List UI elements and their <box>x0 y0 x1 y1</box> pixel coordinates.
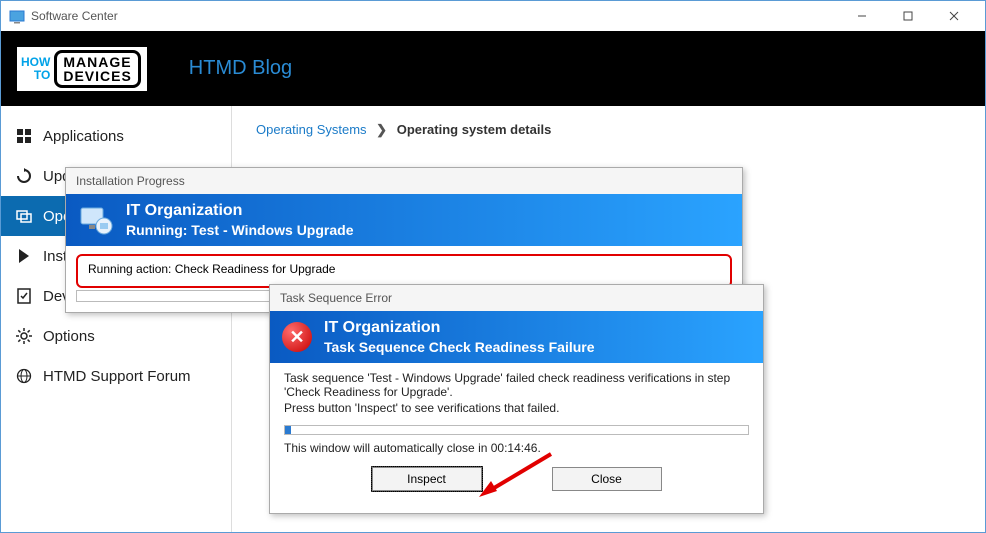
error-icon: ✕ <box>282 322 312 352</box>
error-message-line: Press button 'Inspect' to see verificati… <box>284 401 749 415</box>
sidebar-item-label: Applications <box>43 128 124 145</box>
inspect-button[interactable]: Inspect <box>372 467 482 491</box>
breadcrumb: Operating Systems ❯ Operating system det… <box>256 122 961 138</box>
gear-icon <box>15 327 33 345</box>
os-icon <box>15 207 33 225</box>
task-subtitle: Running: Test - Windows Upgrade <box>126 222 354 238</box>
error-subtitle: Task Sequence Check Readiness Failure <box>324 339 595 355</box>
sidebar-item-support-forum[interactable]: HTMD Support Forum <box>1 356 231 396</box>
close-button[interactable]: Close <box>552 467 662 491</box>
org-name: IT Organization <box>324 319 595 337</box>
apps-icon <box>15 127 33 145</box>
breadcrumb-current: Operating system details <box>397 122 552 137</box>
status-icon <box>15 247 33 265</box>
updates-icon <box>15 167 33 185</box>
task-sequence-error-dialog: Task Sequence Error ✕ IT Organization Ta… <box>269 284 764 514</box>
brand-banner: HOW TO MANAGE DEVICES HTMD Blog <box>1 31 985 106</box>
sidebar-item-label: HTMD Support Forum <box>43 368 191 385</box>
dialog-header: ✕ IT Organization Task Sequence Check Re… <box>270 311 763 363</box>
sidebar-item-applications[interactable]: Applications <box>1 116 231 156</box>
dialog-header: IT Organization Running: Test - Windows … <box>66 194 742 246</box>
globe-icon <box>15 367 33 385</box>
countdown-text: This window will automatically close in … <box>284 441 749 455</box>
sidebar-item-options[interactable]: Options <box>1 316 231 356</box>
titlebar: Software Center <box>1 1 985 31</box>
sidebar-item-label: Options <box>43 328 95 345</box>
countdown-progress-bar <box>284 425 749 435</box>
org-name: IT Organization <box>126 202 354 220</box>
dialog-title: Task Sequence Error <box>270 285 763 311</box>
window-title: Software Center <box>31 9 118 23</box>
app-icon <box>9 8 25 24</box>
brand-logo: HOW TO MANAGE DEVICES <box>15 45 149 93</box>
system-icon <box>78 202 114 238</box>
software-center-window: Software Center HOW TO MANAGE DEVICES HT… <box>0 0 986 533</box>
error-message-line: Task sequence 'Test - Windows Upgrade' f… <box>284 371 749 399</box>
close-button[interactable] <box>931 1 977 31</box>
compliance-icon <box>15 287 33 305</box>
breadcrumb-link[interactable]: Operating Systems <box>256 122 367 137</box>
minimize-button[interactable] <box>839 1 885 31</box>
chevron-right-icon: ❯ <box>376 122 387 137</box>
dialog-title: Installation Progress <box>66 168 742 194</box>
dialog-body: Task sequence 'Test - Windows Upgrade' f… <box>270 363 763 513</box>
running-action-highlight: Running action: Check Readiness for Upgr… <box>76 254 732 288</box>
brand-title: HTMD Blog <box>189 57 292 80</box>
maximize-button[interactable] <box>885 1 931 31</box>
